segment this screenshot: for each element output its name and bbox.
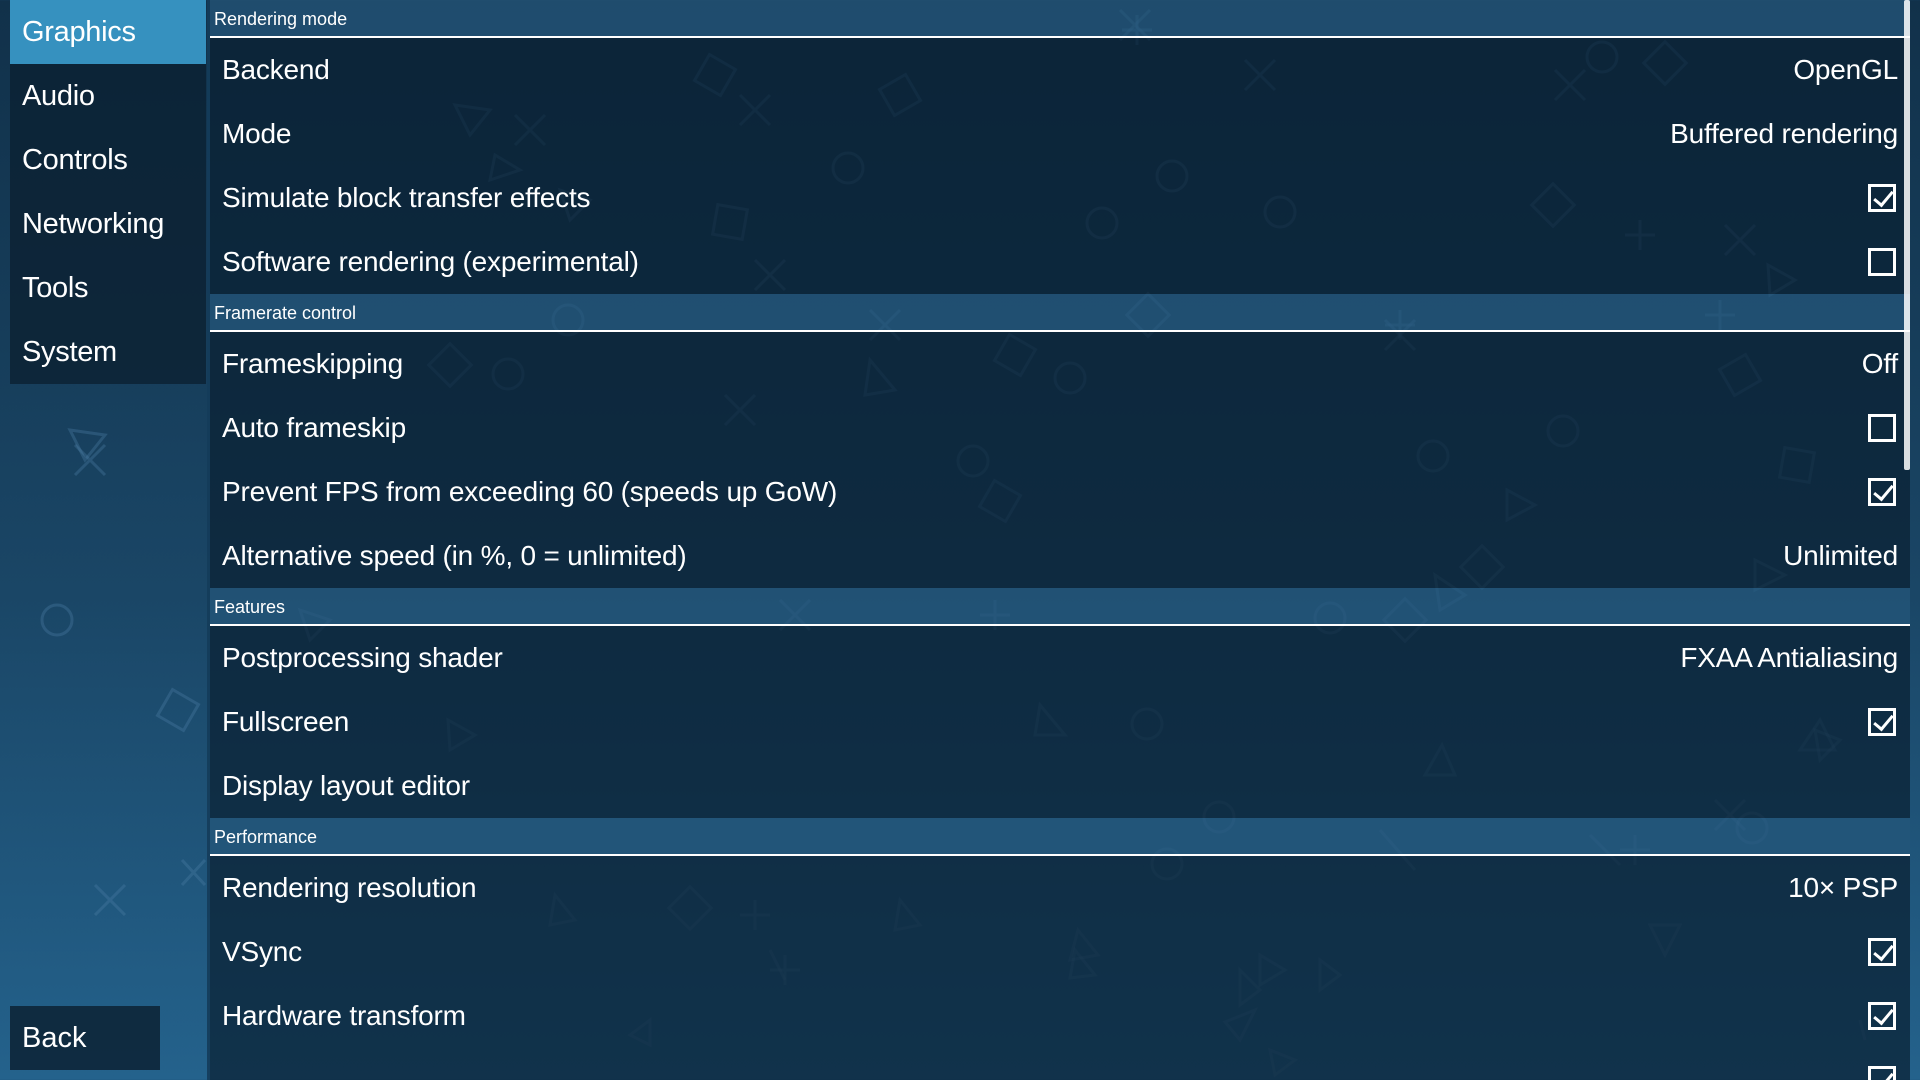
nav-item-graphics[interactable]: Graphics xyxy=(10,0,206,64)
setting-mode[interactable]: Mode Buffered rendering xyxy=(210,102,1910,166)
setting-label: Frameskipping xyxy=(222,348,404,379)
nav-item-networking[interactable]: Networking xyxy=(10,192,206,256)
setting-backend[interactable]: Backend OpenGL xyxy=(210,38,1910,102)
checkbox-checked-icon[interactable] xyxy=(1868,478,1896,506)
scrollbar[interactable] xyxy=(1904,0,1910,470)
setting-display-layout-editor[interactable]: Display layout editor xyxy=(210,754,1910,818)
setting-label: Mode xyxy=(222,118,292,149)
setting-label: Display layout editor xyxy=(222,770,470,801)
setting-prevent-fps[interactable]: Prevent FPS from exceeding 60 (speeds up… xyxy=(210,460,1910,524)
setting-label: Simulate block transfer effects xyxy=(222,182,591,213)
setting-label: Backend xyxy=(222,54,330,85)
nav-item-tools[interactable]: Tools xyxy=(10,256,206,320)
section-rendering-mode: Backend OpenGL Mode Buffered rendering S… xyxy=(210,38,1910,294)
setting-software-rendering[interactable]: Software rendering (experimental) xyxy=(210,230,1910,294)
setting-label: Postprocessing shader xyxy=(222,642,503,673)
setting-postprocessing-shader[interactable]: Postprocessing shader FXAA Antialiasing xyxy=(210,626,1910,690)
nav-item-audio[interactable]: Audio xyxy=(10,64,206,128)
setting-label: Fullscreen xyxy=(222,706,350,737)
checkbox-checked-icon[interactable] xyxy=(1868,938,1896,966)
section-header-rendering-mode: Rendering mode xyxy=(210,0,1910,38)
setting-label: Alternative speed (in %, 0 = unlimited) xyxy=(222,540,687,571)
checkbox-checked-icon[interactable] xyxy=(1868,1066,1896,1080)
checkbox-checked-icon[interactable] xyxy=(1868,184,1896,212)
setting-vsync[interactable]: VSync xyxy=(210,920,1910,984)
section-header-performance: Performance xyxy=(210,818,1910,856)
back-button[interactable]: Back xyxy=(10,1006,160,1070)
setting-hardware-transform[interactable]: Hardware transform xyxy=(210,984,1910,1048)
setting-alternative-speed[interactable]: Alternative speed (in %, 0 = unlimited) … xyxy=(210,524,1910,588)
setting-value: OpenGL xyxy=(1793,54,1898,85)
checkbox-unchecked-icon[interactable] xyxy=(1868,248,1896,276)
setting-fullscreen[interactable]: Fullscreen xyxy=(210,690,1910,754)
checkbox-checked-icon[interactable] xyxy=(1868,1002,1896,1030)
setting-label: Auto frameskip xyxy=(222,412,406,443)
setting-auto-frameskip[interactable]: Auto frameskip xyxy=(210,396,1910,460)
checkbox-checked-icon[interactable] xyxy=(1868,708,1896,736)
setting-next-partial[interactable] xyxy=(210,1048,1910,1080)
nav-item-controls[interactable]: Controls xyxy=(10,128,206,192)
setting-value: Off xyxy=(1861,348,1898,379)
section-features: Postprocessing shader FXAA Antialiasing … xyxy=(210,626,1910,818)
nav-item-system[interactable]: System xyxy=(10,320,206,384)
setting-value: 10× PSP xyxy=(1788,872,1898,903)
section-header-framerate-control: Framerate control xyxy=(210,294,1910,332)
settings-category-nav: Graphics Audio Controls Networking Tools… xyxy=(10,0,206,384)
setting-label: Rendering resolution xyxy=(222,872,477,903)
settings-panel[interactable]: Rendering mode Backend OpenGL Mode Buffe… xyxy=(210,0,1910,1080)
setting-value: Buffered rendering xyxy=(1670,118,1898,149)
checkbox-unchecked-icon[interactable] xyxy=(1868,414,1896,442)
setting-value: FXAA Antialiasing xyxy=(1680,642,1898,673)
setting-value: Unlimited xyxy=(1783,540,1898,571)
setting-label: Software rendering (experimental) xyxy=(222,246,639,277)
section-header-features: Features xyxy=(210,588,1910,626)
setting-label: Hardware transform xyxy=(222,1000,466,1031)
section-framerate-control: Frameskipping Off Auto frameskip Prevent… xyxy=(210,332,1910,588)
setting-rendering-resolution[interactable]: Rendering resolution 10× PSP xyxy=(210,856,1910,920)
setting-frameskipping[interactable]: Frameskipping Off xyxy=(210,332,1910,396)
setting-simulate-block-transfer[interactable]: Simulate block transfer effects xyxy=(210,166,1910,230)
section-performance: Rendering resolution 10× PSP VSync Hardw… xyxy=(210,856,1910,1080)
setting-label: VSync xyxy=(222,936,302,967)
setting-label: Prevent FPS from exceeding 60 (speeds up… xyxy=(222,476,838,507)
